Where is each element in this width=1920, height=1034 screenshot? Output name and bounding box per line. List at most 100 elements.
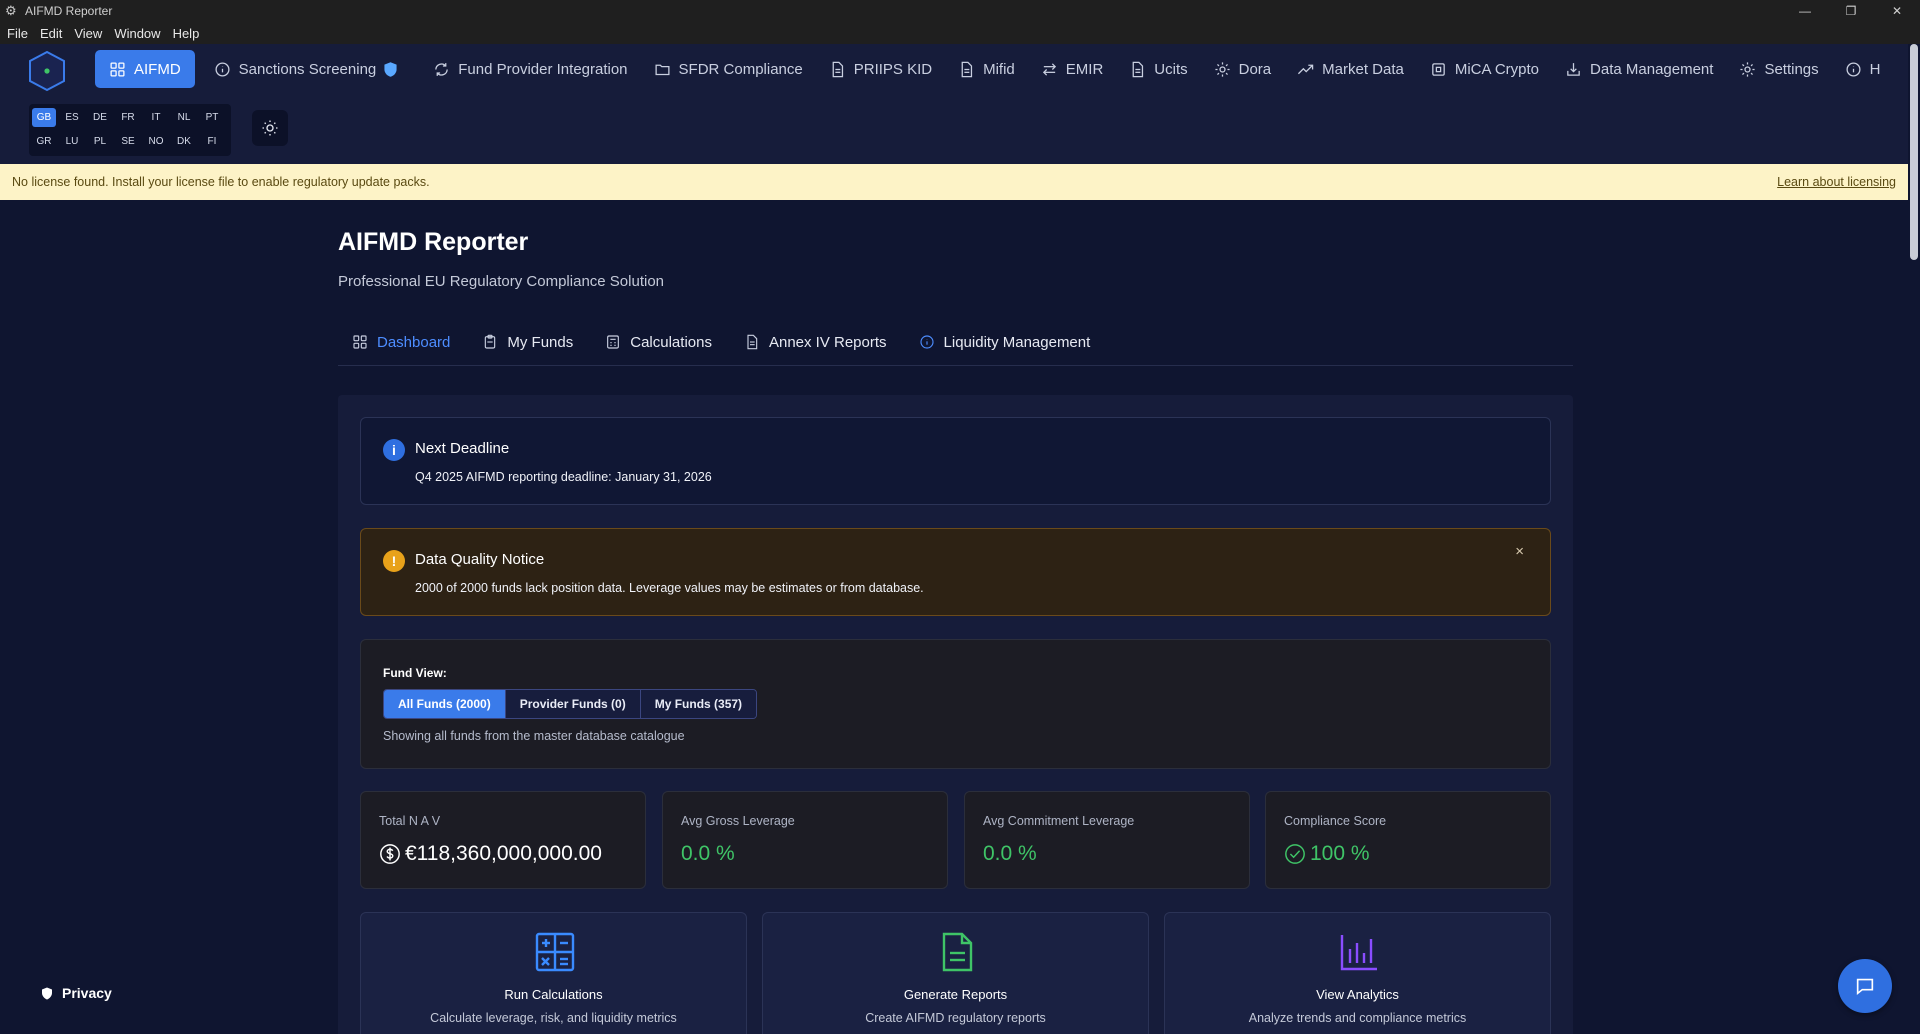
menu-view[interactable]: View — [74, 26, 102, 41]
stat-avg-gross-leverage: Avg Gross Leverage 0.0 % — [662, 791, 948, 889]
close-icon[interactable]: × — [1515, 543, 1524, 560]
document-icon — [961, 61, 973, 77]
scrollbar-thumb[interactable] — [1910, 44, 1918, 260]
fund-view-toggle: All Funds (2000) Provider Funds (0) My F… — [383, 689, 758, 719]
close-window-icon[interactable]: ✕ — [1874, 0, 1920, 22]
nav-priips-kid[interactable]: PRIIPS KID — [816, 50, 945, 88]
gear-icon — [1215, 61, 1230, 77]
lang-gb[interactable]: GB — [32, 108, 56, 127]
calculator-icon — [535, 932, 575, 972]
document-icon — [942, 932, 973, 972]
folder-icon — [655, 64, 670, 75]
stat-value: 100 % — [1310, 842, 1370, 865]
nav-label: H — [1869, 60, 1881, 78]
action-desc: Create AIFMD regulatory reports — [865, 1011, 1046, 1025]
tab-my-funds[interactable]: My Funds — [468, 324, 587, 360]
nav-label: Settings — [1764, 60, 1819, 78]
privacy-link[interactable]: Privacy — [41, 985, 112, 1001]
nav-fund-provider-integration[interactable]: Fund Provider Integration — [420, 50, 640, 88]
nav-settings[interactable]: Settings — [1726, 50, 1831, 88]
data-quality-alert: ! Data Quality Notice 2000 of 2000 funds… — [360, 528, 1551, 616]
nav-emir[interactable]: EMIR — [1028, 50, 1117, 88]
nav-label: MiCA Crypto — [1454, 60, 1540, 78]
lang-pt[interactable]: PT — [200, 108, 224, 127]
tab-annex-iv-reports[interactable]: Annex IV Reports — [730, 324, 901, 360]
page-title: AIFMD Reporter — [338, 228, 529, 256]
top-navigation: AIFMD Sanctions Screening Fund Provider … — [0, 44, 1908, 164]
lang-lu[interactable]: LU — [60, 132, 84, 151]
nav-label: Mifid — [983, 60, 1015, 78]
chat-icon — [1856, 978, 1874, 996]
stat-total-nav: Total N A V €118,360,000,000.00 — [360, 791, 646, 889]
menu-help[interactable]: Help — [173, 26, 200, 41]
dollar-circle-icon — [380, 844, 400, 864]
nav-sfdr-compliance[interactable]: SFDR Compliance — [641, 50, 816, 88]
stat-label: Total N A V — [379, 814, 441, 828]
nav-market-data[interactable]: Market Data — [1284, 50, 1417, 88]
fund-view-all[interactable]: All Funds (2000) — [384, 690, 506, 718]
nav-aifmd[interactable]: AIFMD — [95, 50, 195, 88]
privacy-label: Privacy — [62, 985, 112, 1001]
nav-dora[interactable]: Dora — [1201, 50, 1285, 88]
shield-icon — [384, 61, 397, 77]
fund-view-help: Showing all funds from the master databa… — [383, 729, 685, 743]
chat-button[interactable] — [1838, 959, 1892, 1013]
view-analytics-card[interactable]: View Analytics Analyze trends and compli… — [1164, 912, 1551, 1034]
nav-help[interactable]: H — [1832, 50, 1894, 88]
fund-view-label: Fund View: — [383, 666, 447, 680]
app-logo-icon[interactable] — [27, 50, 67, 92]
run-calculations-card[interactable]: Run Calculations Calculate leverage, ris… — [360, 912, 747, 1034]
info-circle-icon — [1846, 61, 1861, 77]
lang-fr[interactable]: FR — [116, 108, 140, 127]
fund-view-my-funds[interactable]: My Funds (357) — [640, 690, 757, 718]
stat-value: 0.0 % — [681, 842, 735, 865]
lang-es[interactable]: ES — [60, 108, 84, 127]
menu-edit[interactable]: Edit — [40, 26, 62, 41]
nav-label: Ucits — [1154, 60, 1188, 78]
tab-dashboard[interactable]: Dashboard — [338, 324, 464, 360]
stat-value-row: 100 % — [1284, 842, 1370, 866]
grid-icon — [110, 61, 125, 77]
nav-mica-crypto[interactable]: MiCA Crypto — [1417, 50, 1552, 88]
nav-mifid[interactable]: Mifid — [945, 50, 1028, 88]
tab-label: My Funds — [507, 333, 574, 351]
database-icon — [1567, 62, 1580, 76]
nav-label: Fund Provider Integration — [458, 60, 628, 78]
lang-de[interactable]: DE — [88, 108, 112, 127]
language-selector: GB ES DE FR IT NL PT GR LU PL SE NO DK F… — [29, 104, 231, 156]
tab-label: Liquidity Management — [943, 333, 1091, 351]
nav-sanctions-screening[interactable]: Sanctions Screening — [201, 50, 421, 88]
restore-icon[interactable]: ❐ — [1828, 0, 1874, 22]
arrows-icon — [1042, 62, 1056, 76]
lang-nl[interactable]: NL — [172, 108, 196, 127]
lang-fi[interactable]: FI — [200, 132, 224, 151]
stat-label: Compliance Score — [1284, 814, 1387, 828]
tab-label: Dashboard — [377, 333, 451, 351]
lang-se[interactable]: SE — [116, 132, 140, 151]
nav-ucits[interactable]: Ucits — [1116, 50, 1200, 88]
lang-no[interactable]: NO — [144, 132, 168, 151]
minimize-icon[interactable]: — — [1782, 0, 1828, 22]
check-circle-icon — [1285, 844, 1305, 864]
stat-compliance-score: Compliance Score 100 % — [1265, 791, 1551, 889]
theme-toggle-button[interactable] — [252, 110, 288, 146]
lang-pl[interactable]: PL — [88, 132, 112, 151]
licensing-link[interactable]: Learn about licensing — [1777, 175, 1896, 189]
deadline-text: Q4 2025 AIFMD reporting deadline: Januar… — [415, 470, 712, 484]
tab-liquidity-management[interactable]: Liquidity Management — [905, 324, 1105, 360]
generate-reports-card[interactable]: Generate Reports Create AIFMD regulatory… — [762, 912, 1149, 1034]
nav-data-management[interactable]: Data Management — [1552, 50, 1726, 88]
menu-window[interactable]: Window — [114, 26, 160, 41]
lang-gr[interactable]: GR — [32, 132, 56, 151]
lang-it[interactable]: IT — [144, 108, 168, 127]
tab-calculations[interactable]: Calculations — [591, 324, 726, 360]
calculator-icon — [607, 335, 620, 349]
info-circle-icon — [215, 61, 230, 77]
lang-dk[interactable]: DK — [172, 132, 196, 151]
chip-icon — [1432, 62, 1445, 76]
stat-value: 0.0 % — [983, 842, 1037, 865]
fund-view-provider[interactable]: Provider Funds (0) — [505, 690, 641, 718]
stat-value: €118,360,000,000.00 — [405, 842, 602, 865]
nav-label: EMIR — [1065, 60, 1104, 78]
menu-file[interactable]: File — [7, 26, 28, 41]
